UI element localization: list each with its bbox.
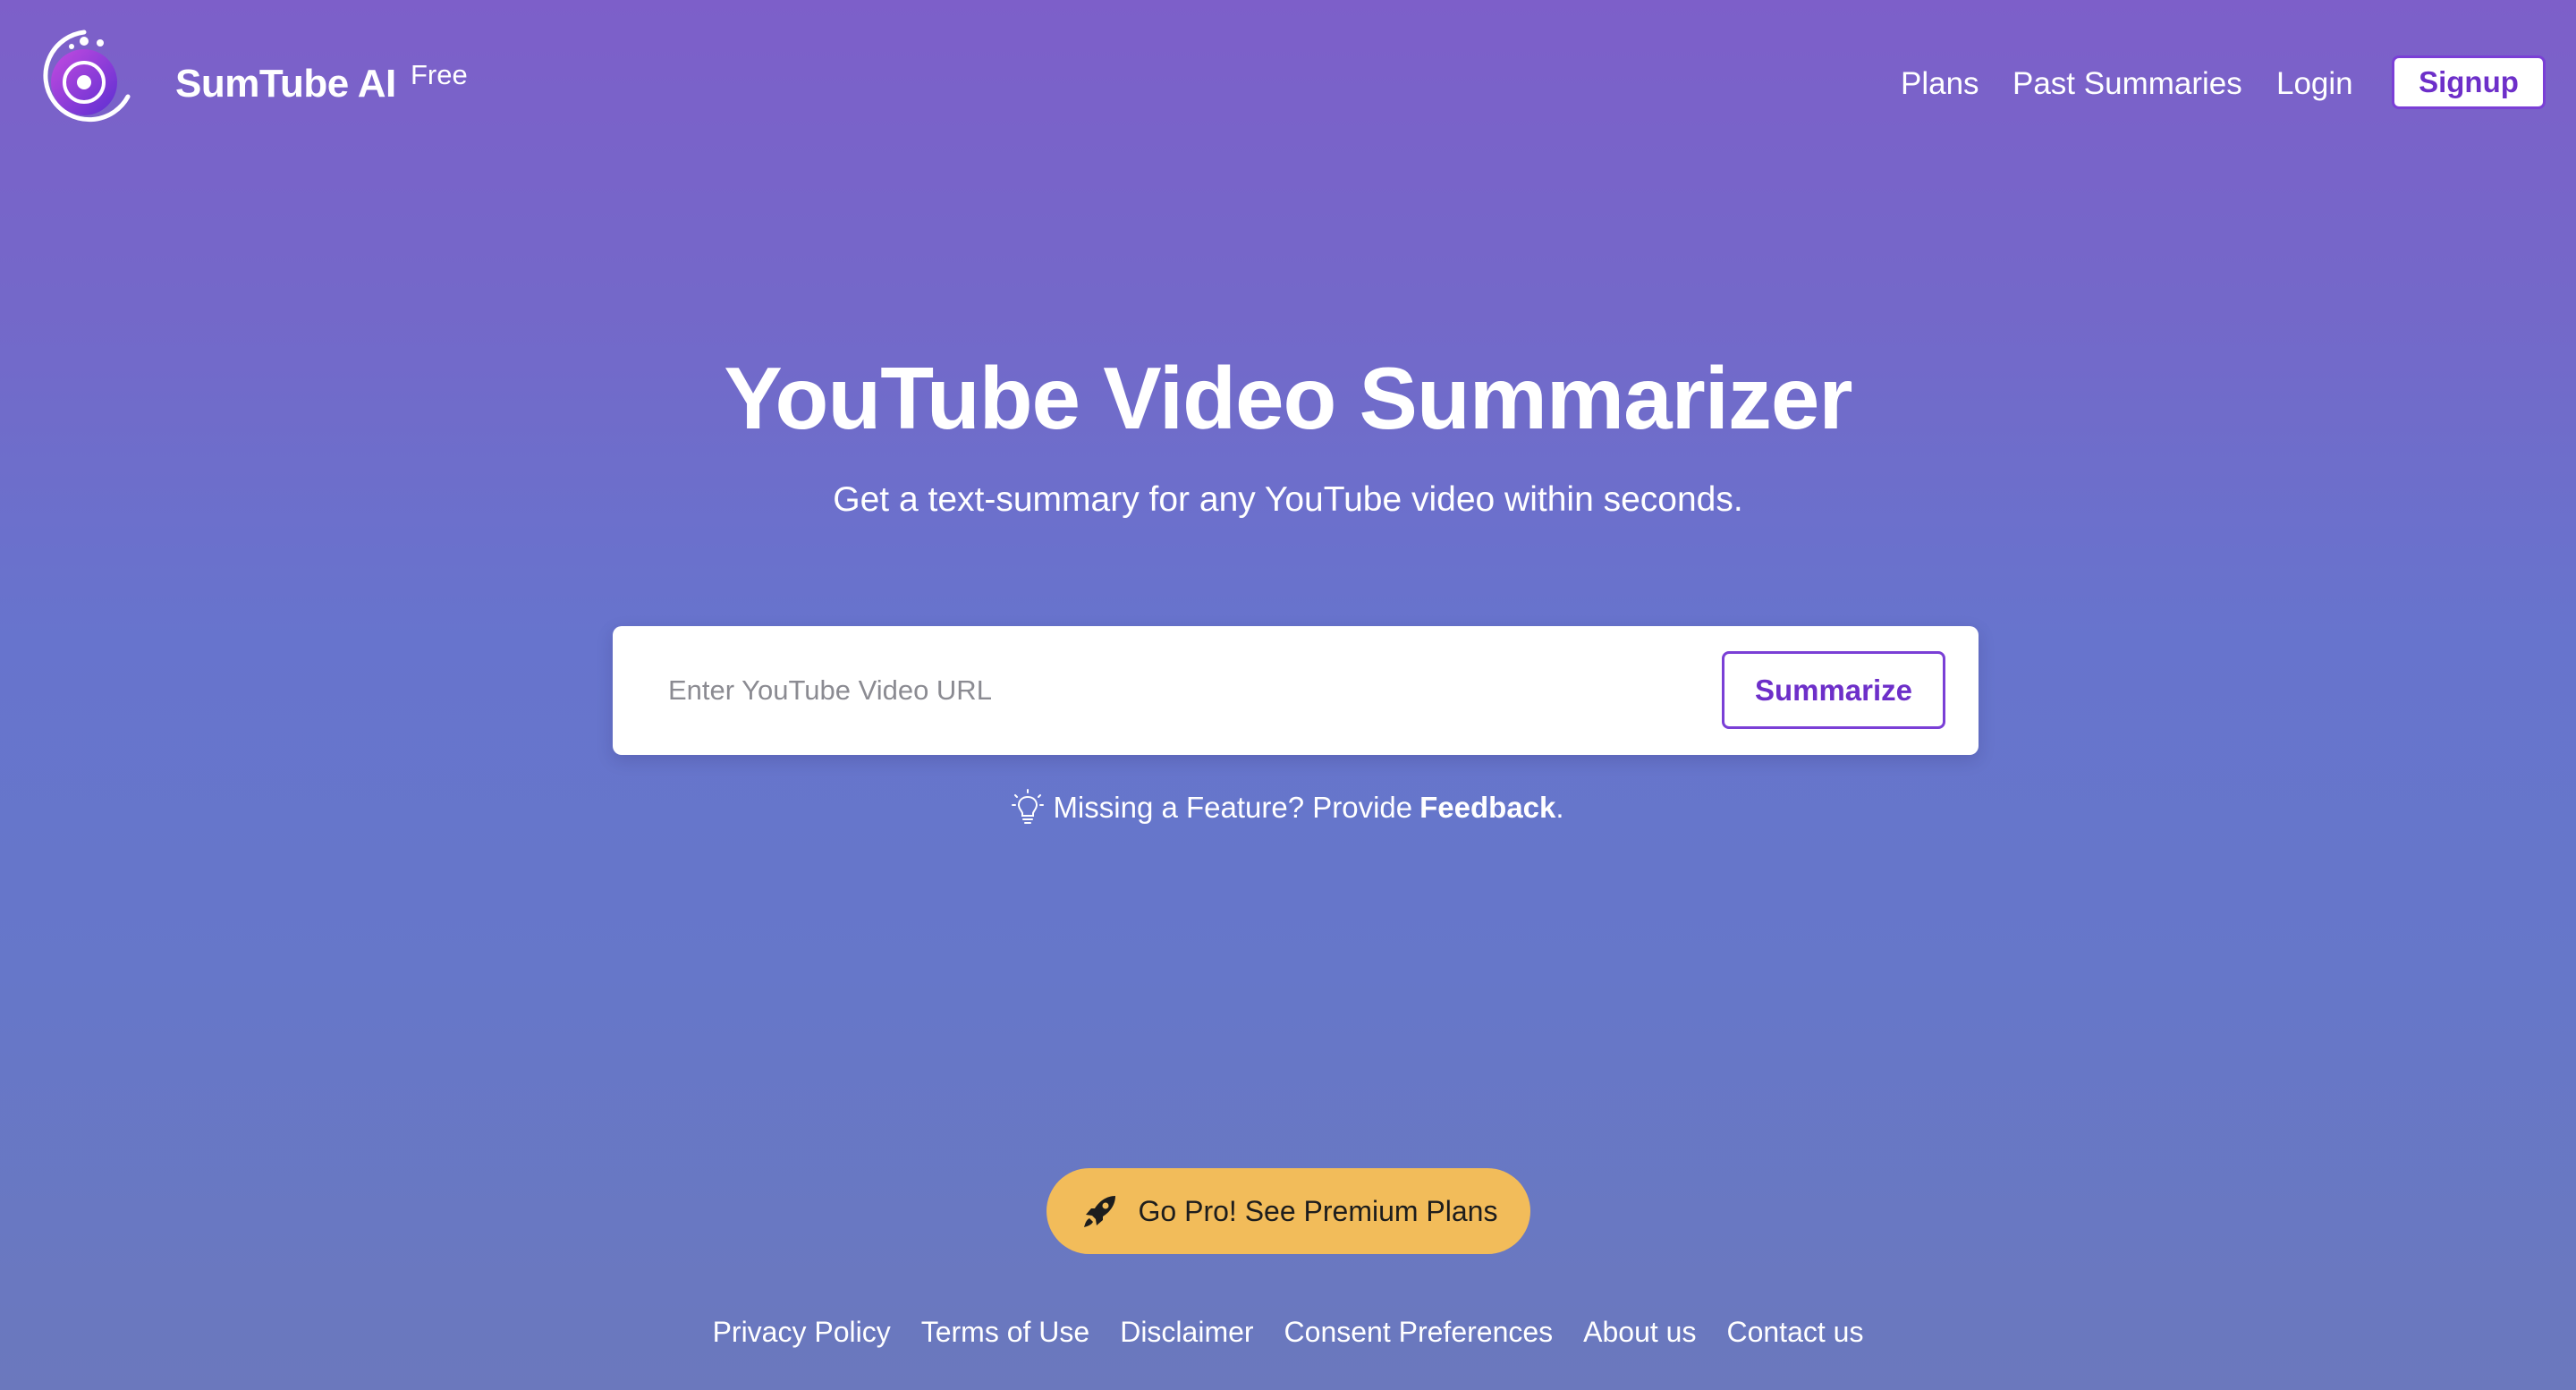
signup-button[interactable]: Signup [2392, 55, 2546, 109]
nav-past-summaries-link[interactable]: Past Summaries [2012, 57, 2242, 111]
lightbulb-icon [1012, 789, 1045, 824]
page-subtitle: Get a text-summary for any YouTube video… [833, 480, 1743, 519]
nav-plans-link[interactable]: Plans [1901, 57, 1979, 111]
summarize-button[interactable]: Summarize [1722, 651, 1945, 729]
sumtube-logo[interactable] [32, 25, 134, 138]
nav-login-link[interactable]: Login [2276, 57, 2353, 111]
go-pro-label: Go Pro! See Premium Plans [1138, 1194, 1498, 1227]
feedback-prompt: Missing a Feature? Provide Feedback . [0, 785, 2576, 830]
brand-name[interactable]: SumTube AI [175, 59, 396, 109]
footer-link-contact-us[interactable]: Contact us [1726, 1316, 1863, 1349]
go-pro-button[interactable]: Go Pro! See Premium Plans [1046, 1168, 1530, 1254]
footer-link-privacy-policy[interactable]: Privacy Policy [713, 1316, 891, 1349]
footer-link-consent-preferences[interactable]: Consent Preferences [1284, 1316, 1554, 1349]
search-card: Summarize [613, 626, 1979, 755]
feedback-prefix-text: Missing a Feature? Provide [1053, 791, 1413, 824]
footer-link-about-us[interactable]: About us [1583, 1316, 1696, 1349]
footer-link-terms-of-use[interactable]: Terms of Use [921, 1316, 1089, 1349]
rocket-icon [1083, 1196, 1115, 1227]
footer-link-disclaimer[interactable]: Disclaimer [1120, 1316, 1253, 1349]
brand-badge: Free [411, 59, 468, 90]
page-title: YouTube Video Summarizer [724, 349, 1852, 447]
video-url-input[interactable] [668, 662, 1724, 719]
footer-nav: Privacy Policy Terms of Use Disclaimer C… [0, 1309, 2576, 1354]
feedback-suffix-text: . [1555, 791, 1564, 824]
feedback-link[interactable]: Feedback [1419, 791, 1555, 825]
